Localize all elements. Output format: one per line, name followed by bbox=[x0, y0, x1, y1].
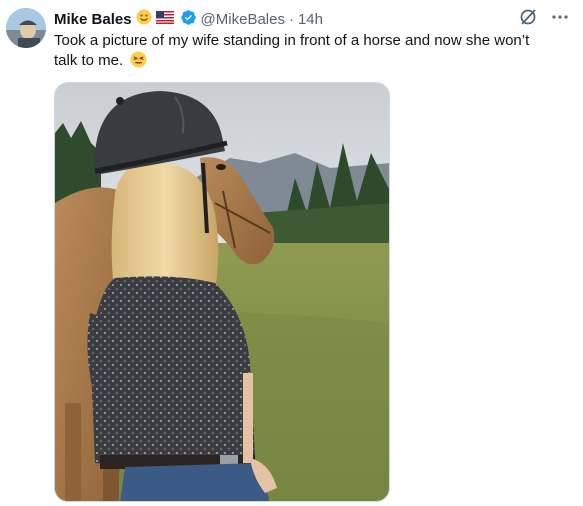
persevering-face-emoji-icon bbox=[130, 51, 147, 74]
photo-image bbox=[55, 83, 389, 501]
tweet-header: Mike Bales @MikeBales · 14h bbox=[54, 9, 323, 29]
more-icon[interactable] bbox=[551, 8, 569, 31]
tweet-photo[interactable] bbox=[54, 82, 390, 502]
tweet[interactable]: Mike Bales @MikeBales · 14h Took a pictu… bbox=[0, 0, 583, 506]
verified-badge-icon[interactable] bbox=[180, 9, 197, 30]
smile-emoji-icon bbox=[136, 9, 152, 29]
display-name[interactable]: Mike Bales bbox=[54, 11, 132, 28]
us-flag-emoji-icon bbox=[155, 10, 174, 28]
user-handle[interactable]: @MikeBales bbox=[201, 11, 285, 28]
tweet-text: Took a picture of my wife standing in fr… bbox=[54, 31, 554, 74]
separator-dot: · bbox=[288, 10, 294, 28]
tweet-text-content: Took a picture of my wife standing in fr… bbox=[54, 32, 530, 69]
timestamp[interactable]: 14h bbox=[298, 11, 323, 28]
avatar[interactable] bbox=[6, 8, 46, 48]
grok-icon[interactable] bbox=[519, 8, 537, 31]
avatar-image bbox=[6, 8, 46, 48]
tweet-actions-top bbox=[519, 8, 569, 31]
